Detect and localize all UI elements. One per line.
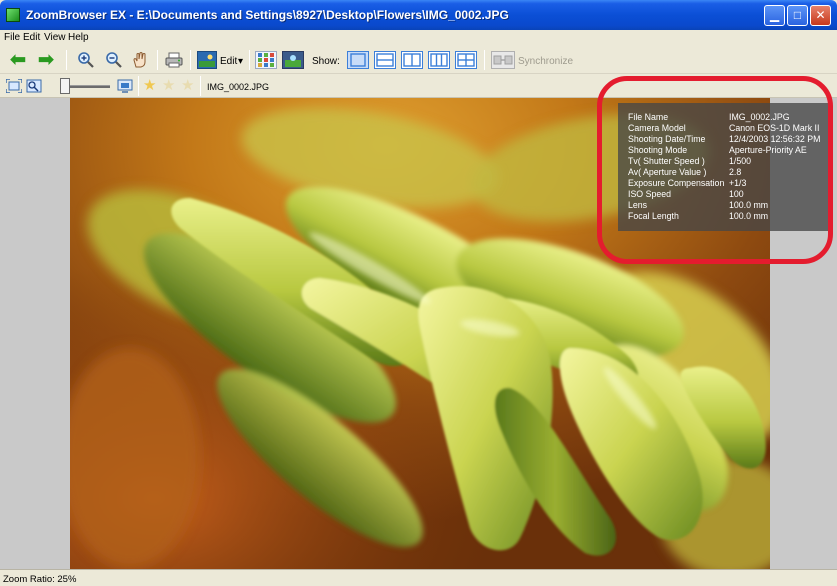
rating-star-1-icon[interactable]: ★ [143, 76, 156, 94]
window-title: ZoomBrowser EX - E:\Documents and Settin… [26, 8, 509, 22]
main-toolbar: ⬅ ➡ Edit ▾ Show: Synchronize [0, 46, 837, 74]
menu-bar: File Edit View Help [0, 30, 837, 46]
edit-menu-button[interactable]: Edit [220, 56, 237, 67]
toolbar-separator [484, 50, 485, 70]
toolbar-separator [200, 76, 201, 96]
rating-star-2-icon[interactable]: ★ [162, 76, 175, 94]
minimize-button[interactable]: ▁ [764, 5, 785, 26]
fit-to-window-icon[interactable] [5, 77, 23, 95]
layout-single-button[interactable] [347, 51, 369, 69]
toolbar-separator [249, 50, 250, 70]
zoom-ratio-status: Zoom Ratio: 25% [3, 574, 77, 585]
zoom-slider-handle[interactable] [60, 78, 70, 94]
layout-split-vertical-button[interactable] [401, 51, 423, 69]
photo-view-icon[interactable] [282, 51, 304, 69]
hand-pan-icon[interactable] [130, 50, 150, 70]
layout-three-column-button[interactable] [428, 51, 450, 69]
layout-four-grid-button[interactable] [455, 51, 477, 69]
edit-image-icon[interactable] [197, 51, 217, 69]
zoom-slider-track[interactable] [70, 85, 110, 88]
app-window: ZoomBrowser EX - E:\Documents and Settin… [0, 0, 837, 586]
annotation-highlight-ring [597, 76, 833, 264]
screen-view-icon[interactable] [116, 77, 134, 95]
thumbnail-grid-icon[interactable] [255, 51, 277, 69]
back-arrow-icon[interactable]: ⬅ [6, 49, 30, 71]
status-bar: Zoom Ratio: 25% [0, 569, 837, 586]
menu-file[interactable]: File [4, 32, 20, 43]
printer-icon[interactable] [164, 50, 184, 70]
close-button[interactable]: ✕ [810, 5, 831, 26]
synchronize-button[interactable]: Synchronize [518, 56, 573, 67]
forward-arrow-icon[interactable]: ➡ [34, 49, 58, 71]
menu-help[interactable]: Help [68, 32, 89, 43]
layout-split-horizontal-button[interactable] [374, 51, 396, 69]
menu-view[interactable]: View [44, 32, 66, 43]
synchronize-icon [491, 51, 515, 69]
title-bar[interactable]: ZoomBrowser EX - E:\Documents and Settin… [0, 0, 837, 30]
maximize-button[interactable]: □ [787, 5, 808, 26]
toolbar-separator [138, 76, 139, 96]
menu-edit[interactable]: Edit [23, 32, 40, 43]
rating-star-3-icon[interactable]: ★ [181, 76, 194, 94]
zoom-in-icon[interactable] [76, 50, 96, 70]
actual-size-icon[interactable] [25, 77, 43, 95]
show-label: Show: [312, 56, 340, 67]
current-filename: IMG_0002.JPG [207, 82, 270, 92]
edit-dropdown-caret-icon[interactable]: ▾ [238, 56, 243, 67]
app-icon [6, 8, 20, 22]
zoom-out-icon[interactable] [104, 50, 124, 70]
toolbar-separator [157, 50, 158, 70]
toolbar-separator [66, 50, 67, 70]
toolbar-separator [190, 50, 191, 70]
